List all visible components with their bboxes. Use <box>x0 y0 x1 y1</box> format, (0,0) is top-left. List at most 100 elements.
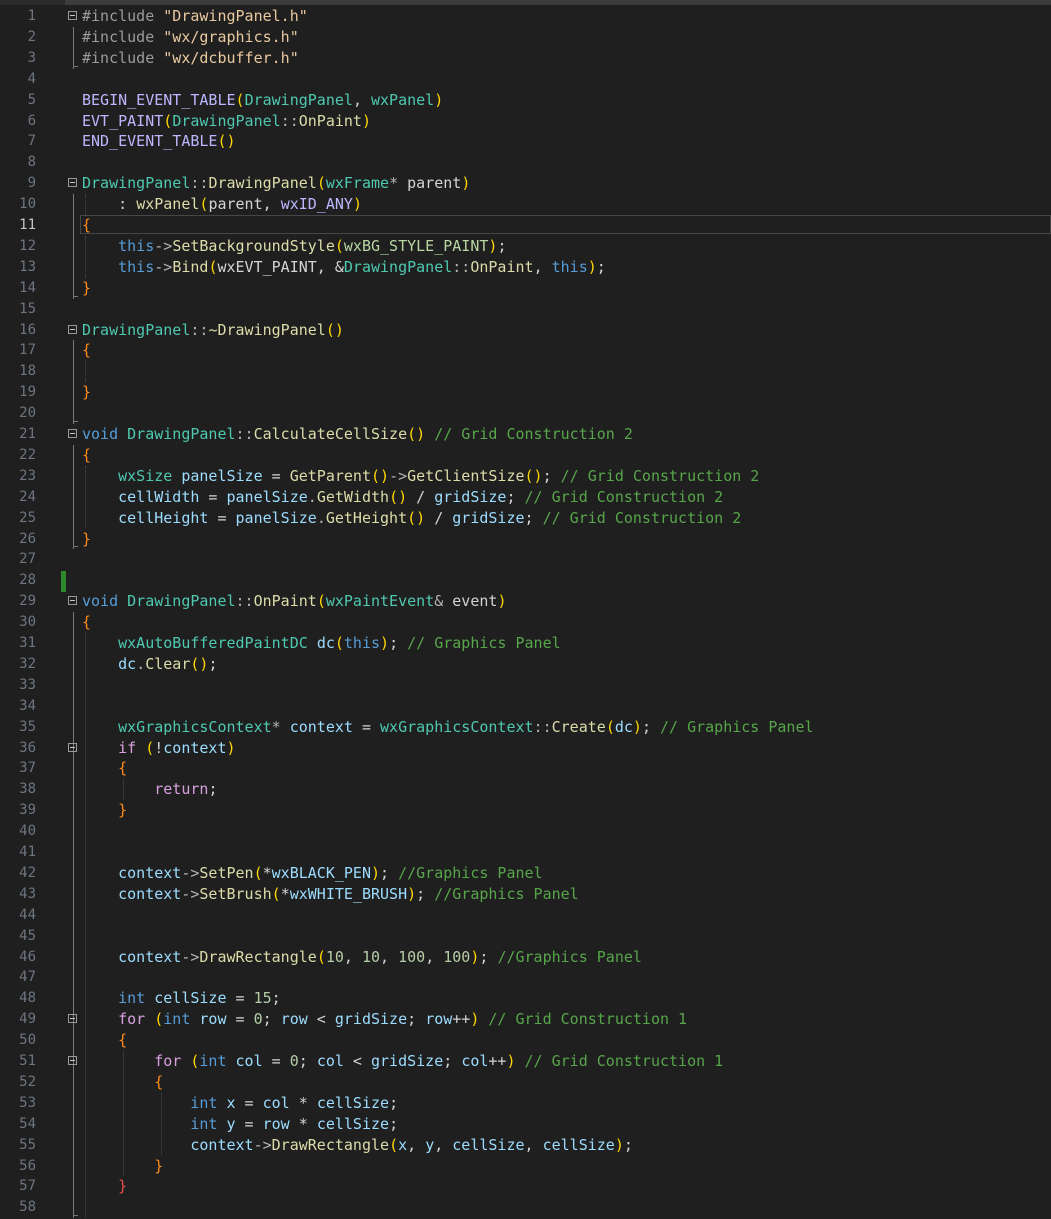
code-line[interactable]: 7 END_EVENT_TABLE() <box>0 131 1051 152</box>
code-text[interactable]: : wxPanel(parent, wxID_ANY) <box>82 194 362 215</box>
code-line[interactable]: 28 <box>0 570 1051 591</box>
code-line[interactable]: 22 { <box>0 445 1051 466</box>
code-line[interactable]: 20 <box>0 403 1051 424</box>
code-text[interactable]: wxSize panelSize = GetParent()->GetClien… <box>82 466 759 487</box>
code-line[interactable]: 29 void DrawingPanel::OnPaint(wxPaintEven… <box>0 591 1051 612</box>
code-line[interactable]: 46 context->DrawRectangle(10, 10, 100, 1… <box>0 947 1051 968</box>
code-line[interactable]: 35 wxGraphicsContext* context = wxGraphi… <box>0 717 1051 738</box>
code-line[interactable]: 43 context->SetBrush(*wxWHITE_BRUSH); //… <box>0 884 1051 905</box>
code-text[interactable]: BEGIN_EVENT_TABLE(DrawingPanel, wxPanel) <box>82 90 443 111</box>
code-text[interactable]: this->SetBackgroundStyle(wxBG_STYLE_PAIN… <box>82 236 506 257</box>
code-text[interactable]: } <box>82 382 91 403</box>
code-line[interactable]: 55 context->DrawRectangle(x, y, cellSize… <box>0 1135 1051 1156</box>
code-line[interactable]: 53 int x = col * cellSize; <box>0 1093 1051 1114</box>
code-line[interactable]: 17 { <box>0 340 1051 361</box>
code-text[interactable]: { <box>82 215 91 236</box>
code-line[interactable]: 21 void DrawingPanel::CalculateCellSize()… <box>0 424 1051 445</box>
code-line[interactable]: 33 <box>0 675 1051 696</box>
code-text[interactable]: wxAutoBufferedPaintDC dc(this); // Graph… <box>82 633 561 654</box>
code-text[interactable]: int x = col * cellSize; <box>82 1093 398 1114</box>
code-text[interactable]: DrawingPanel::DrawingPanel(wxFrame* pare… <box>82 173 470 194</box>
code-line[interactable]: 6 EVT_PAINT(DrawingPanel::OnPaint) <box>0 111 1051 132</box>
fold-collapse-icon[interactable] <box>68 178 77 188</box>
code-line[interactable]: 48 int cellSize = 15; <box>0 988 1051 1009</box>
fold-collapse-icon[interactable] <box>68 1056 77 1065</box>
code-text[interactable]: dc.Clear(); <box>82 654 217 675</box>
fold-collapse-icon[interactable] <box>68 324 77 334</box>
horizontal-scrollbar[interactable] <box>0 0 1051 5</box>
code-text[interactable]: int y = row * cellSize; <box>82 1114 398 1135</box>
code-text[interactable]: { <box>82 445 91 466</box>
code-line[interactable]: 39 } <box>0 800 1051 821</box>
code-line[interactable]: 5 BEGIN_EVENT_TABLE(DrawingPanel, wxPanel… <box>0 90 1051 111</box>
code-line[interactable]: 51 for (int col = 0; col < gridSize; col… <box>0 1051 1051 1072</box>
code-line[interactable]: 18 <box>0 361 1051 382</box>
code-line[interactable]: 25 cellHeight = panelSize.GetHeight() / … <box>0 508 1051 529</box>
fold-collapse-icon[interactable] <box>68 11 77 20</box>
code-line[interactable]: 10 : wxPanel(parent, wxID_ANY) <box>0 194 1051 215</box>
code-line[interactable]: 4 <box>0 69 1051 90</box>
code-text[interactable]: if (!context) <box>82 738 235 759</box>
code-line[interactable]: 34 <box>0 696 1051 717</box>
fold-collapse-icon[interactable] <box>68 1014 77 1024</box>
code-line[interactable]: 50 { <box>0 1030 1051 1051</box>
code-text[interactable]: { <box>82 758 127 779</box>
code-line[interactable]: 57 } <box>0 1176 1051 1197</box>
fold-collapse-icon[interactable] <box>68 596 77 606</box>
code-line[interactable]: 19} <box>0 382 1051 403</box>
code-line[interactable]: 11 { <box>0 215 1051 236</box>
code-text[interactable]: cellHeight = panelSize.GetHeight() / gri… <box>82 508 741 529</box>
code-line[interactable]: 14} <box>0 278 1051 299</box>
code-text[interactable]: #include "DrawingPanel.h" <box>82 6 308 27</box>
code-text[interactable]: #include "wx/graphics.h" <box>82 27 299 48</box>
code-line[interactable]: 49 for (int row = 0; row < gridSize; row… <box>0 1009 1051 1030</box>
code-line[interactable]: 32 dc.Clear(); <box>0 654 1051 675</box>
code-line[interactable]: 12 this->SetBackgroundStyle(wxBG_STYLE_P… <box>0 236 1051 257</box>
code-line[interactable]: 54 int y = row * cellSize; <box>0 1114 1051 1135</box>
code-line[interactable]: 52 { <box>0 1072 1051 1093</box>
code-line[interactable]: 47 <box>0 967 1051 988</box>
fold-collapse-icon[interactable] <box>68 742 77 752</box>
code-editor[interactable]: 1 #include "DrawingPanel.h" 2 #include "wx/… <box>0 0 1051 1219</box>
code-text[interactable]: { <box>82 1030 127 1051</box>
code-text[interactable]: } <box>82 800 127 821</box>
code-text[interactable]: context->SetBrush(*wxWHITE_BRUSH); //Gra… <box>82 884 579 905</box>
code-line[interactable]: 23 wxSize panelSize = GetParent()->GetCl… <box>0 466 1051 487</box>
code-line[interactable]: 37 { <box>0 758 1051 779</box>
code-line[interactable]: 30 { <box>0 612 1051 633</box>
code-text[interactable]: this->Bind(wxEVT_PAINT, &DrawingPanel::O… <box>82 257 606 278</box>
code-text[interactable]: wxGraphicsContext* context = wxGraphicsC… <box>82 717 813 738</box>
code-text[interactable]: return; <box>82 779 217 800</box>
code-line[interactable]: 58 <box>0 1197 1051 1218</box>
fold-collapse-icon[interactable] <box>68 429 77 438</box>
code-text[interactable]: #include "wx/dcbuffer.h" <box>82 48 299 69</box>
code-line[interactable]: 38 return; <box>0 779 1051 800</box>
code-line[interactable]: 24 cellWidth = panelSize.GetWidth() / gr… <box>0 487 1051 508</box>
code-line[interactable]: 1 #include "DrawingPanel.h" <box>0 6 1051 27</box>
scrollbar-thumb[interactable] <box>65 0 1051 5</box>
code-line[interactable]: 26} <box>0 529 1051 550</box>
code-line[interactable]: 56 } <box>0 1156 1051 1177</box>
code-text[interactable]: EVT_PAINT(DrawingPanel::OnPaint) <box>82 111 371 132</box>
code-text[interactable]: for (int row = 0; row < gridSize; row++)… <box>82 1009 687 1030</box>
code-line[interactable]: 44 <box>0 905 1051 926</box>
code-line[interactable]: 40 <box>0 821 1051 842</box>
code-line[interactable]: 13 this->Bind(wxEVT_PAINT, &DrawingPanel… <box>0 257 1051 278</box>
code-text[interactable]: context->DrawRectangle(10, 10, 100, 100)… <box>82 947 642 968</box>
code-text[interactable]: { <box>82 612 91 633</box>
code-text[interactable]: void DrawingPanel::OnPaint(wxPaintEvent&… <box>82 591 506 612</box>
code-text[interactable]: context->SetPen(*wxBLACK_PEN); //Graphic… <box>82 863 542 884</box>
code-text[interactable]: } <box>82 1176 127 1197</box>
code-line[interactable]: 45 <box>0 926 1051 947</box>
code-text[interactable]: { <box>82 1072 163 1093</box>
code-text[interactable]: context->DrawRectangle(x, y, cellSize, c… <box>82 1135 633 1156</box>
code-text[interactable]: } <box>82 278 91 299</box>
code-text[interactable]: for (int col = 0; col < gridSize; col++)… <box>82 1051 723 1072</box>
code-line[interactable]: 9 DrawingPanel::DrawingPanel(wxFrame* par… <box>0 173 1051 194</box>
code-text[interactable]: { <box>82 340 91 361</box>
code-line[interactable]: 8 <box>0 152 1051 173</box>
code-line[interactable]: 27 <box>0 549 1051 570</box>
code-line[interactable]: 41 <box>0 842 1051 863</box>
code-text[interactable]: void DrawingPanel::CalculateCellSize() /… <box>82 424 633 445</box>
code-line[interactable]: 15 <box>0 299 1051 320</box>
